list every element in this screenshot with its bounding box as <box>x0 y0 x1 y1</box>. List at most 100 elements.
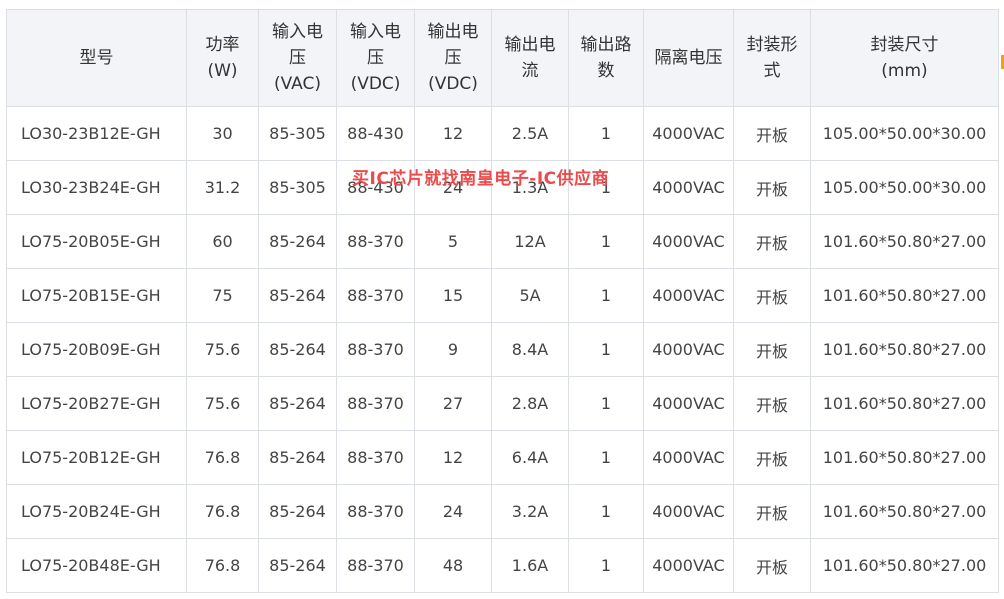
cell-model: LO75-20B15E-GH <box>6 268 187 323</box>
cell-input-vac: 85-264 <box>258 322 337 377</box>
cell-isolation-voltage: 4000VAC <box>643 268 734 323</box>
header-model: 型号 <box>6 9 187 107</box>
header-row: 型号 功率 (W) 输入电压 (VAC) 输入电压 (VDC) 输出电压 (VDC) 输出电流输出… <box>6 9 999 107</box>
cell-output-current: 1.6A <box>491 538 569 593</box>
cell-output-channels: 1 <box>568 322 644 377</box>
cell-output-voltage: 24 <box>414 484 492 539</box>
cell-power: 76.8 <box>186 430 259 485</box>
cell-output-voltage: 15 <box>414 268 492 323</box>
table-row: LO75-20B09E-GH 75.6 85-264 88-370 9 8.4A 1 4000… <box>6 322 999 377</box>
cell-output-current: 5A <box>491 268 569 323</box>
cell-model: LO75-20B48E-GH <box>6 538 187 593</box>
cell-output-current: 2.8A <box>491 376 569 431</box>
cell-package-type: 开板 <box>733 484 811 539</box>
cell-package-size: 101.60*50.80*27.00 <box>810 268 999 323</box>
cell-package-size: 105.00*50.00*30.00 <box>810 106 999 161</box>
cell-package-type: 开板 <box>733 430 811 485</box>
cell-input-vac: 85-264 <box>258 430 337 485</box>
cell-model: LO75-20B09E-GH <box>6 322 187 377</box>
cell-isolation-voltage: 4000VAC <box>643 160 734 215</box>
cell-output-voltage: 12 <box>414 106 492 161</box>
cell-package-size: 105.00*50.00*30.00 <box>810 160 999 215</box>
cell-isolation-voltage: 4000VAC <box>643 538 734 593</box>
cell-power: 75.6 <box>186 322 259 377</box>
cell-output-channels: 1 <box>568 484 644 539</box>
cell-power: 76.8 <box>186 484 259 539</box>
cell-package-type: 开板 <box>733 160 811 215</box>
cell-input-vdc: 88-370 <box>336 268 415 323</box>
header-output-voltage: 输出电压 (VDC) <box>414 9 492 107</box>
header-power: 功率 (W) <box>186 9 259 107</box>
table-body: LO30-23B12E-GH 30 85-305 88-430 12 2.5A 1 4000V… <box>6 106 999 593</box>
header-package-type: 封装形式 <box>733 9 811 107</box>
cell-output-channels: 1 <box>568 214 644 269</box>
cell-input-vdc: 88-370 <box>336 214 415 269</box>
cell-input-vac: 85-264 <box>258 268 337 323</box>
cell-power: 75.6 <box>186 376 259 431</box>
cell-package-size: 101.60*50.80*27.00 <box>810 430 999 485</box>
cell-power: 76.8 <box>186 538 259 593</box>
cell-model: LO30-23B12E-GH <box>6 106 187 161</box>
header-package-size: 封装尺寸 (mm) <box>810 9 999 107</box>
cell-package-size: 101.60*50.80*27.00 <box>810 538 999 593</box>
cell-output-voltage: 48 <box>414 538 492 593</box>
cell-package-size: 101.60*50.80*27.00 <box>810 322 999 377</box>
cell-isolation-voltage: 4000VAC <box>643 322 734 377</box>
cell-input-vac: 85-264 <box>258 484 337 539</box>
table-row: LO75-20B48E-GH 76.8 85-264 88-370 48 1.6A 1 400… <box>6 538 999 593</box>
cell-output-current: 2.5A <box>491 106 569 161</box>
cell-model: LO75-20B24E-GH <box>6 484 187 539</box>
cell-input-vac: 85-305 <box>258 160 337 215</box>
cell-package-type: 开板 <box>733 214 811 269</box>
cell-package-type: 开板 <box>733 268 811 323</box>
table-row: LO75-20B12E-GH 76.8 85-264 88-370 12 6.4A 1 400… <box>6 430 999 485</box>
cell-output-current: 8.4A <box>491 322 569 377</box>
table-row: LO30-23B24E-GH 31.2 85-305 88-430 24 1.3A 1 400… <box>6 160 999 215</box>
cell-package-type: 开板 <box>733 376 811 431</box>
cell-isolation-voltage: 4000VAC <box>643 430 734 485</box>
cell-input-vdc: 88-370 <box>336 376 415 431</box>
cell-output-channels: 1 <box>568 538 644 593</box>
cell-isolation-voltage: 4000VAC <box>643 376 734 431</box>
cell-power: 31.2 <box>186 160 259 215</box>
cell-power: 30 <box>186 106 259 161</box>
header-input-vac: 输入电压 (VAC) <box>258 9 337 107</box>
cell-package-size: 101.60*50.80*27.00 <box>810 214 999 269</box>
cell-input-vdc: 88-370 <box>336 484 415 539</box>
cell-isolation-voltage: 4000VAC <box>643 106 734 161</box>
cell-output-current: 12A <box>491 214 569 269</box>
header-input-vdc: 输入电压 (VDC) <box>336 9 415 107</box>
table-row: LO75-20B15E-GH 75 85-264 88-370 15 5A 1 4000VAC… <box>6 268 999 323</box>
cell-input-vac: 85-305 <box>258 106 337 161</box>
cell-output-current: 1.3A <box>491 160 569 215</box>
cell-package-size: 101.60*50.80*27.00 <box>810 484 999 539</box>
cell-model: LO75-20B27E-GH <box>6 376 187 431</box>
cell-output-voltage: 12 <box>414 430 492 485</box>
product-spec-table: 型号 功率 (W) 输入电压 (VAC) 输入电压 (VDC) 输出电压 (VDC) 输出电流输出… <box>6 9 999 593</box>
top-border <box>0 0 1004 8</box>
cell-model: LO75-20B05E-GH <box>6 214 187 269</box>
cell-package-type: 开板 <box>733 538 811 593</box>
cell-input-vac: 85-264 <box>258 538 337 593</box>
header-output-channels: 输出路数 <box>568 9 644 107</box>
table-header: 型号 功率 (W) 输入电压 (VAC) 输入电压 (VDC) 输出电压 (VDC) 输出电流输出… <box>6 9 999 107</box>
table-row: LO75-20B27E-GH 75.6 85-264 88-370 27 2.8A 1 400… <box>6 376 999 431</box>
cell-output-current: 6.4A <box>491 430 569 485</box>
cell-output-voltage: 27 <box>414 376 492 431</box>
table-row: LO75-20B05E-GH 60 85-264 88-370 5 12A 1 4000VAC… <box>6 214 999 269</box>
cell-input-vdc: 88-430 <box>336 106 415 161</box>
cell-package-type: 开板 <box>733 106 811 161</box>
cell-output-channels: 1 <box>568 268 644 323</box>
header-isolation-voltage: 隔离电压 <box>643 9 734 107</box>
cell-isolation-voltage: 4000VAC <box>643 214 734 269</box>
cell-model: LO30-23B24E-GH <box>6 160 187 215</box>
cell-package-size: 101.60*50.80*27.00 <box>810 376 999 431</box>
cell-output-channels: 1 <box>568 376 644 431</box>
cell-output-channels: 1 <box>568 430 644 485</box>
table-row: LO30-23B12E-GH 30 85-305 88-430 12 2.5A 1 4000V… <box>6 106 999 161</box>
cell-output-channels: 1 <box>568 106 644 161</box>
cell-output-voltage: 5 <box>414 214 492 269</box>
cell-power: 75 <box>186 268 259 323</box>
cell-isolation-voltage: 4000VAC <box>643 484 734 539</box>
table-bottom-border <box>6 592 998 593</box>
